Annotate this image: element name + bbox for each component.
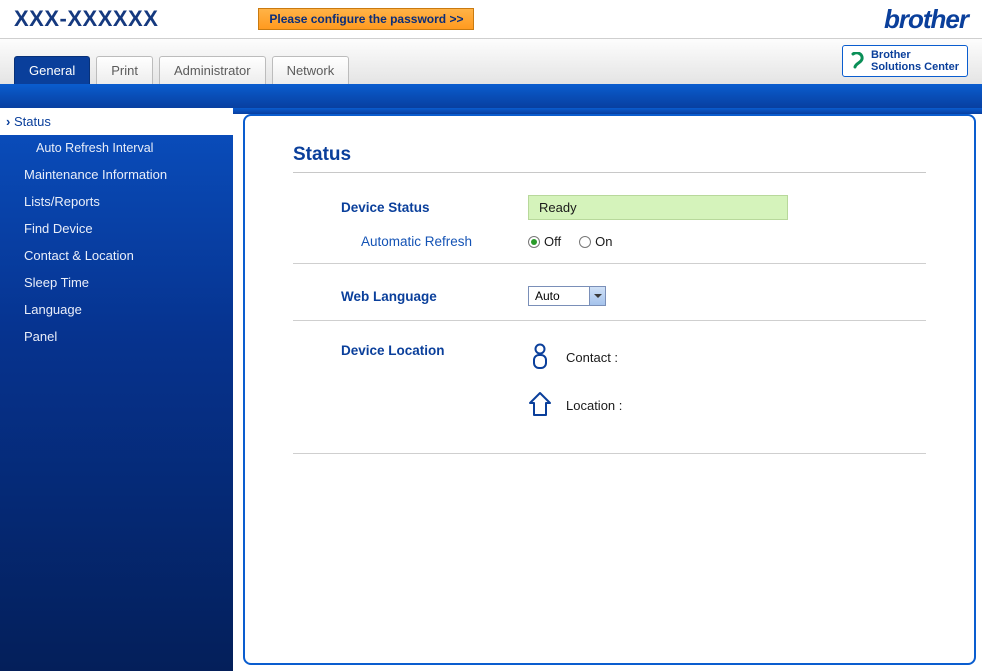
solutions-center-link[interactable]: Brother Solutions Center [842, 45, 968, 77]
sidebar: Status Auto Refresh Interval Maintenance… [0, 108, 233, 671]
radio-on[interactable]: On [579, 234, 612, 249]
radio-on-label: On [595, 234, 612, 249]
location-icon [528, 391, 552, 419]
tab-bar: General Print Administrator Network Brot… [0, 38, 982, 84]
contact-row: Contact : [528, 343, 636, 371]
radio-off-label: Off [544, 234, 561, 249]
brother-logo: brother [884, 4, 968, 35]
web-language-select[interactable]: Auto [528, 286, 606, 306]
configure-password-banner[interactable]: Please configure the password >> [258, 8, 474, 30]
chevron-down-icon [589, 287, 605, 305]
sidebar-item-contact-location[interactable]: Contact & Location [0, 242, 233, 269]
radio-off[interactable]: Off [528, 234, 561, 249]
page-title: Status [293, 144, 926, 173]
radio-off-dot [528, 236, 540, 248]
content-panel: Status Device Status Ready Automatic Ref… [243, 114, 976, 665]
label-device-status: Device Status [293, 200, 528, 215]
tab-general[interactable]: General [14, 56, 90, 84]
device-location-values: Contact : Location : [528, 343, 636, 439]
web-language-value: Auto [529, 289, 566, 303]
contact-icon [528, 343, 552, 371]
label-automatic-refresh: Automatic Refresh [293, 234, 528, 249]
device-status-value: Ready [528, 195, 788, 220]
section-divider-3 [293, 453, 926, 454]
radio-on-dot [579, 236, 591, 248]
solutions-center-text: Brother Solutions Center [871, 49, 959, 73]
content-wrap: Status Device Status Ready Automatic Ref… [233, 108, 982, 671]
tab-administrator[interactable]: Administrator [159, 56, 266, 84]
model-name: XXX-XXXXXX [14, 6, 158, 32]
blue-divider-bar [0, 84, 982, 108]
body: Status Auto Refresh Interval Maintenance… [0, 108, 982, 671]
top-bar: XXX-XXXXXX Please configure the password… [0, 0, 982, 38]
row-web-language: Web Language Auto [293, 286, 926, 306]
section-divider-2 [293, 320, 926, 321]
sidebar-item-panel[interactable]: Panel [0, 323, 233, 350]
solutions-center-icon [849, 52, 865, 70]
solutions-center-line1: Brother [871, 49, 959, 61]
label-device-location: Device Location [293, 343, 528, 358]
tab-print[interactable]: Print [96, 56, 153, 84]
automatic-refresh-radio-group: Off On [528, 234, 612, 249]
row-device-status: Device Status Ready [293, 195, 926, 220]
solutions-center-line2: Solutions Center [871, 61, 959, 73]
sidebar-item-find-device[interactable]: Find Device [0, 215, 233, 242]
label-web-language: Web Language [293, 289, 528, 304]
sidebar-item-sleep-time[interactable]: Sleep Time [0, 269, 233, 296]
contact-label: Contact : [566, 350, 618, 365]
row-device-location: Device Location Contact : [293, 343, 926, 439]
section-divider-1 [293, 263, 926, 264]
sidebar-item-lists-reports[interactable]: Lists/Reports [0, 188, 233, 215]
location-row: Location : [528, 391, 636, 419]
sidebar-item-status[interactable]: Status [0, 108, 233, 135]
sidebar-item-maintenance-information[interactable]: Maintenance Information [0, 161, 233, 188]
row-automatic-refresh: Automatic Refresh Off On [293, 234, 926, 249]
location-label: Location : [566, 398, 622, 413]
tab-network[interactable]: Network [272, 56, 350, 84]
sidebar-item-language[interactable]: Language [0, 296, 233, 323]
sidebar-item-auto-refresh-interval[interactable]: Auto Refresh Interval [0, 135, 233, 161]
